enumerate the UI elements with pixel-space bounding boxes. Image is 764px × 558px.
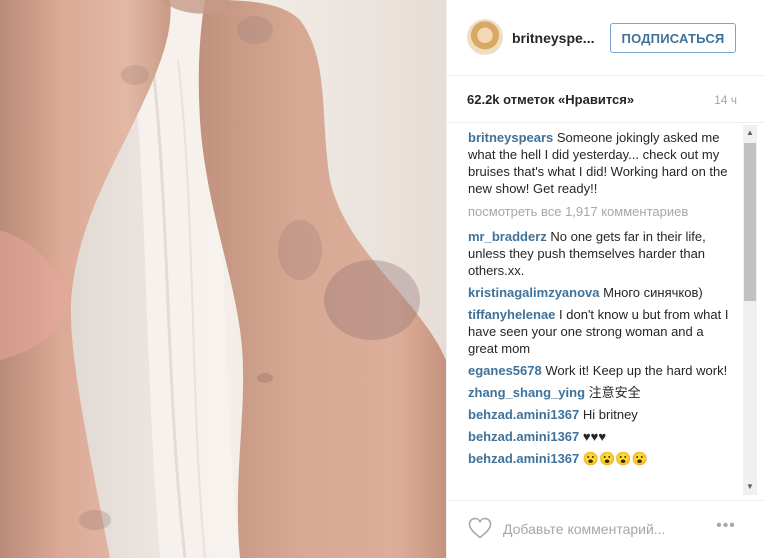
comment-item: behzad.amini1367 ♥♥♥ <box>468 428 736 445</box>
comment-text: 😮😮😮😮 <box>579 451 648 466</box>
comment-author-link[interactable]: behzad.amini1367 <box>468 407 579 422</box>
scroll-down-arrow-icon[interactable]: ▼ <box>743 479 757 495</box>
comments-list: britneyspears Someone jokingly asked me … <box>468 129 736 491</box>
comment-author-link[interactable]: eganes5678 <box>468 363 542 378</box>
scroll-up-arrow-icon[interactable]: ▲ <box>743 125 757 141</box>
comment-author-link[interactable]: behzad.amini1367 <box>468 451 579 466</box>
comment-item: behzad.amini1367 😮😮😮😮 <box>468 450 736 467</box>
comment-text: Много синячков) <box>599 285 703 300</box>
comment-author-link[interactable]: kristinagalimzyanova <box>468 285 600 300</box>
comments-scrollbar[interactable]: ▲ ▼ <box>743 125 757 495</box>
comment-text: Work it! Keep up the hard work! <box>541 363 728 378</box>
comment-item: kristinagalimzyanova Много синячков) <box>468 284 736 301</box>
comment-item: tiffanyhelenae I don't know u but from w… <box>468 306 736 357</box>
caption-author-link[interactable]: britneyspears <box>468 130 553 145</box>
post-footer: ••• <box>447 500 764 558</box>
comment-item: behzad.amini1367 Hi britney <box>468 406 736 423</box>
comment-author-link[interactable]: behzad.amini1367 <box>468 429 579 444</box>
username-link[interactable]: britneyspe... <box>512 30 594 46</box>
comment-text: Hi britney <box>579 407 638 422</box>
ellipsis-icon[interactable]: ••• <box>713 517 739 537</box>
comment-author-link[interactable]: zhang_shang_ying <box>468 385 585 400</box>
caption: britneyspears Someone jokingly asked me … <box>468 129 736 197</box>
comment-item: eganes5678 Work it! Keep up the hard wor… <box>468 362 736 379</box>
comment-text: ♥♥♥ <box>579 429 607 444</box>
add-comment-input[interactable] <box>503 519 699 539</box>
comment-author-link[interactable]: tiffanyhelenae <box>468 307 555 322</box>
comment-author-link[interactable]: mr_bradderz <box>468 229 547 244</box>
likes-count[interactable]: 62.2k отметок «Нравится» <box>467 92 634 107</box>
heart-icon[interactable] <box>468 517 492 539</box>
likes-row: 62.2k отметок «Нравится» 14 ч <box>467 92 737 112</box>
comments-area: britneyspears Someone jokingly asked me … <box>447 122 764 496</box>
comment-item: mr_bradderz No one gets far in their lif… <box>468 228 736 279</box>
post-photo[interactable] <box>0 0 446 558</box>
post-header: britneyspe... ПОДПИСАТЬСЯ <box>447 0 764 76</box>
post-time: 14 ч <box>714 93 737 107</box>
follow-button[interactable]: ПОДПИСАТЬСЯ <box>610 23 736 53</box>
comment-item: zhang_shang_ying 注意安全 <box>468 384 736 401</box>
comment-text: 注意安全 <box>585 385 641 400</box>
post-side-panel: britneyspe... ПОДПИСАТЬСЯ 62.2k отметок … <box>446 0 764 558</box>
post-image-legs <box>0 0 446 558</box>
view-all-comments-link[interactable]: посмотреть все 1,917 комментариев <box>468 203 736 220</box>
scroll-thumb[interactable] <box>744 143 756 301</box>
avatar[interactable] <box>467 19 503 55</box>
